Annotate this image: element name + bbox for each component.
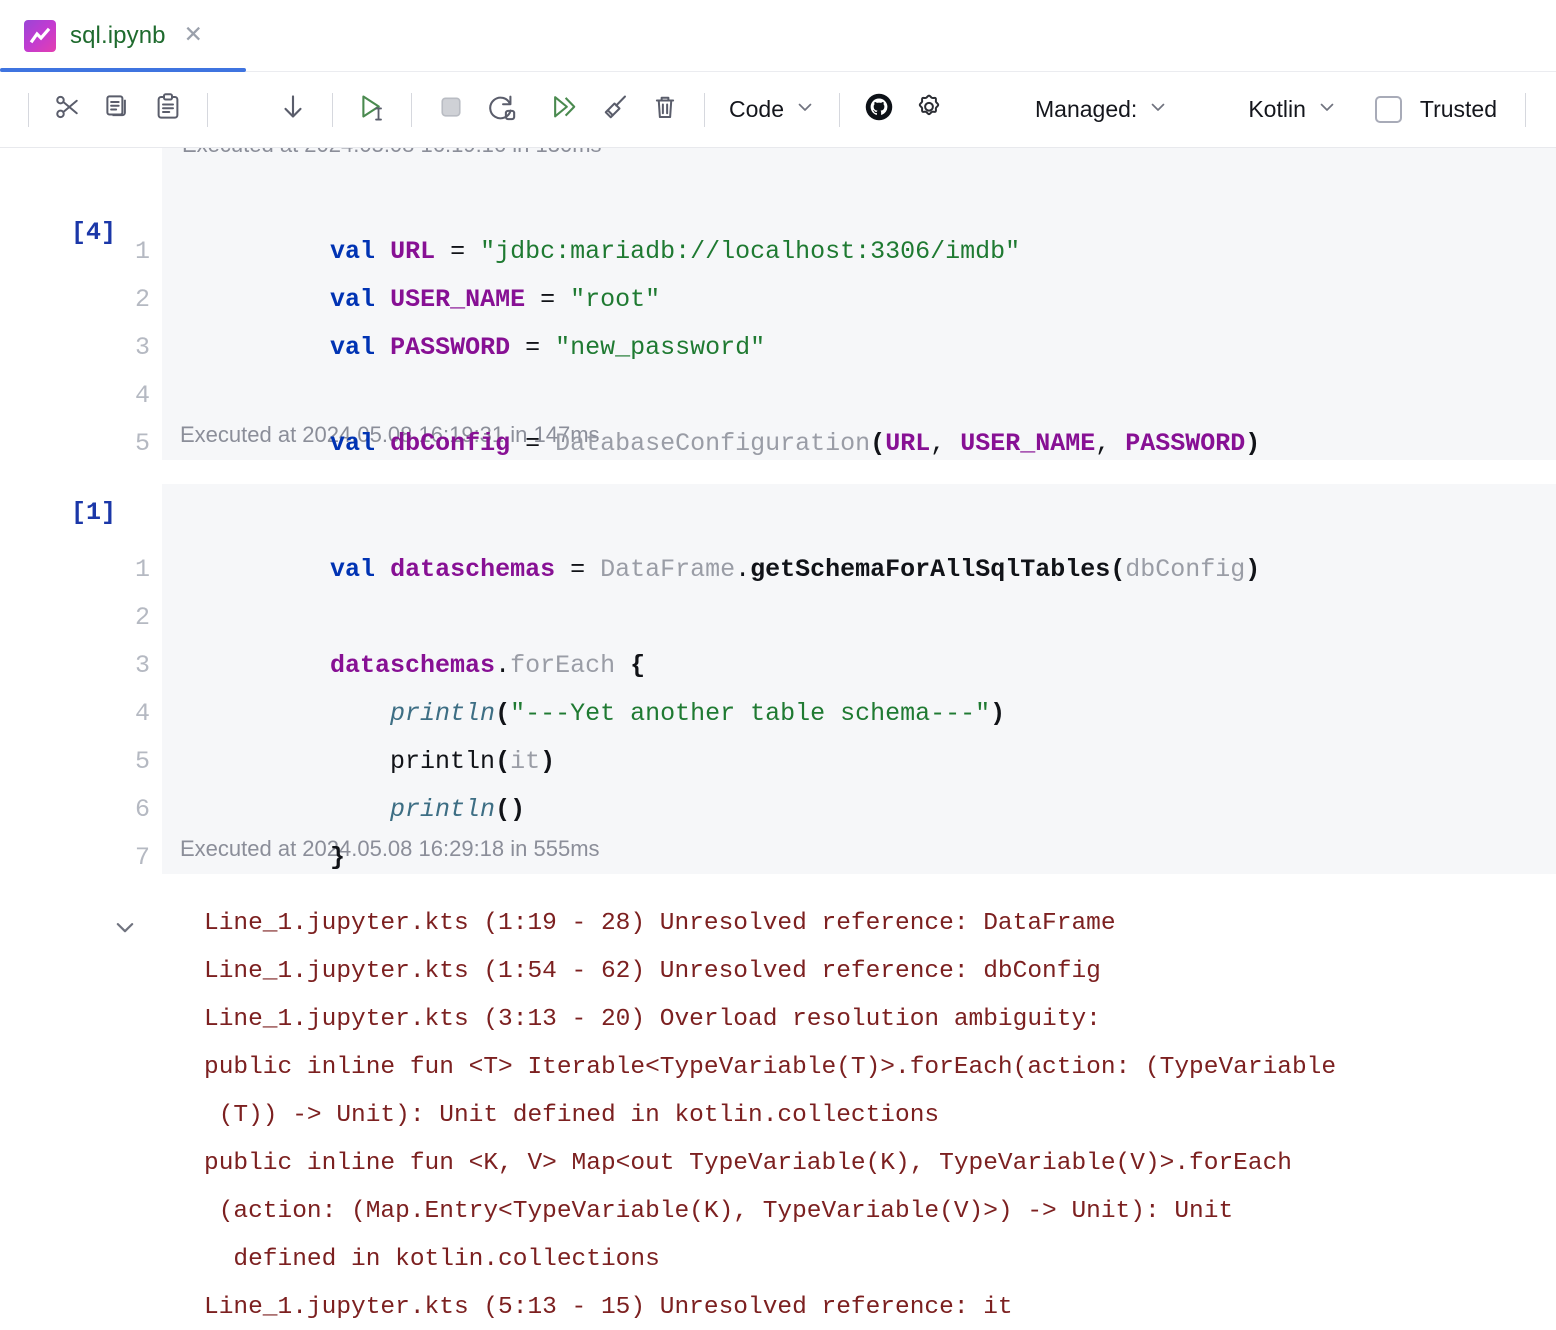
code-line: 5val dbConfig = DatabaseConfiguration(UR… <box>162 372 1556 420</box>
scissors-icon <box>53 92 83 127</box>
toolbar-separator <box>704 93 705 127</box>
editor-tab-bar: sql.ipynb ✕ <box>0 0 1556 72</box>
tab-sql-ipynb[interactable]: sql.ipynb ✕ <box>0 0 229 72</box>
github-icon <box>864 92 894 127</box>
code-line: 4 println("---Yet another table schema--… <box>162 642 1556 690</box>
cell-type-label: Code <box>729 96 784 123</box>
cut-button[interactable] <box>43 85 93 135</box>
line-number: 6 <box>120 786 150 834</box>
output-gutter <box>0 900 162 1330</box>
toolbar-separator <box>28 93 29 127</box>
run-all-cells-button[interactable] <box>540 85 590 135</box>
kernel-dropdown[interactable]: Kotlin <box>1238 96 1347 123</box>
chevron-down-icon <box>795 96 815 123</box>
toolbar-separator <box>839 93 840 127</box>
close-icon[interactable]: ✕ <box>180 22 207 49</box>
paste-icon <box>153 92 183 127</box>
chevron-down-icon <box>1148 96 1168 123</box>
code-line: 1val URL = "jdbc:mariadb://localhost:330… <box>162 180 1556 228</box>
clipped-executed-note: Executed at 2024.05.08 16:19:16 in 130ms <box>182 148 602 158</box>
restart-kernel-button[interactable] <box>476 85 526 135</box>
toolbar-separator <box>411 93 412 127</box>
restart-kernel-icon <box>486 92 517 128</box>
stop-square-icon <box>436 92 466 127</box>
active-tab-indicator <box>0 68 246 72</box>
delete-cell-button[interactable] <box>640 85 690 135</box>
broom-icon <box>600 92 630 127</box>
arrow-down-icon <box>278 92 308 127</box>
error-line: (action: (Map.Entry<TypeVariable(K), Typ… <box>204 1188 1556 1236</box>
clipped-previous-cell-footer: Executed at 2024.05.08 16:19:16 in 130ms <box>162 148 1556 166</box>
error-line: public inline fun <K, V> Map<out TypeVar… <box>204 1140 1556 1188</box>
chevron-down-icon[interactable] <box>112 914 138 945</box>
move-cell-down-button[interactable] <box>268 85 318 135</box>
error-output: Line_1.jupyter.kts (1:19 - 28) Unresolve… <box>162 900 1556 1330</box>
paste-button[interactable] <box>143 85 193 135</box>
run-all-icon <box>549 91 581 128</box>
clear-outputs-button[interactable] <box>590 85 640 135</box>
error-line: Line_1.jupyter.kts (3:13 - 20) Overload … <box>204 996 1556 1044</box>
trash-icon <box>650 92 680 127</box>
notebook-scroll-area[interactable]: Executed at 2024.05.08 16:19:16 in 130ms… <box>0 148 1556 1330</box>
trusted-checkbox[interactable] <box>1375 96 1402 123</box>
line-number: 4 <box>120 372 150 420</box>
tab-title: sql.ipynb <box>70 22 166 50</box>
cell-source-area[interactable]: 1val dataschemas = DataFrame.getSchemaFo… <box>162 484 1556 874</box>
error-line: Line_1.jupyter.kts (1:54 - 62) Unresolve… <box>204 948 1556 996</box>
settings-button[interactable] <box>904 85 954 135</box>
execution-count: [4] <box>71 218 116 247</box>
cell-output-area: Line_1.jupyter.kts (1:19 - 28) Unresolve… <box>0 874 1556 1330</box>
execution-count: [1] <box>71 498 116 527</box>
managed-dropdown[interactable]: Managed: <box>1025 96 1178 123</box>
line-number: 4 <box>120 690 150 738</box>
line-number: 3 <box>120 642 150 690</box>
github-button[interactable] <box>854 85 904 135</box>
managed-label: Managed: <box>1035 96 1137 123</box>
trusted-toggle[interactable]: Trusted <box>1375 96 1497 123</box>
toolbar-separator <box>332 93 333 127</box>
error-line: (T)) -> Unit): Unit defined in kotlin.co… <box>204 1092 1556 1140</box>
run-cell-button[interactable] <box>347 85 397 135</box>
notebook-toolbar: Code Managed: <box>0 72 1556 148</box>
line-number: 1 <box>120 546 150 594</box>
kernel-label: Kotlin <box>1248 96 1306 123</box>
copy-icon <box>103 92 133 127</box>
error-line: Line_1.jupyter.kts (1:19 - 28) Unresolve… <box>204 900 1556 948</box>
line-number: 2 <box>120 594 150 642</box>
line-number: 5 <box>120 420 150 468</box>
notebook-cell[interactable]: [1] 1val dataschemas = DataFrame.getSche… <box>0 484 1556 874</box>
toolbar-separator <box>207 93 208 127</box>
toolbar-separator <box>1525 93 1526 127</box>
error-line: public inline fun <T> Iterable<TypeVaria… <box>204 1044 1556 1092</box>
notebook-cell[interactable]: [4] 1val URL = "jdbc:mariadb://localhost… <box>0 166 1556 460</box>
line-number: 7 <box>120 834 150 882</box>
code-line: 1val dataschemas = DataFrame.getSchemaFo… <box>162 498 1556 546</box>
cell-type-dropdown[interactable]: Code <box>719 96 825 123</box>
error-line: defined in kotlin.collections <box>204 1236 1556 1284</box>
line-number: 1 <box>120 228 150 276</box>
error-line: Line_1.jupyter.kts (5:13 - 15) Unresolve… <box>204 1284 1556 1330</box>
cell-source-area[interactable]: 1val URL = "jdbc:mariadb://localhost:330… <box>162 166 1556 460</box>
interrupt-kernel-button[interactable] <box>426 85 476 135</box>
gear-icon <box>914 92 944 127</box>
line-number: 2 <box>120 276 150 324</box>
jupyter-notebook-icon <box>24 20 56 52</box>
run-cell-icon <box>356 91 388 128</box>
line-number: 5 <box>120 738 150 786</box>
chevron-down-icon <box>1317 96 1337 123</box>
copy-button[interactable] <box>93 85 143 135</box>
trusted-label: Trusted <box>1420 96 1497 123</box>
line-number: 3 <box>120 324 150 372</box>
